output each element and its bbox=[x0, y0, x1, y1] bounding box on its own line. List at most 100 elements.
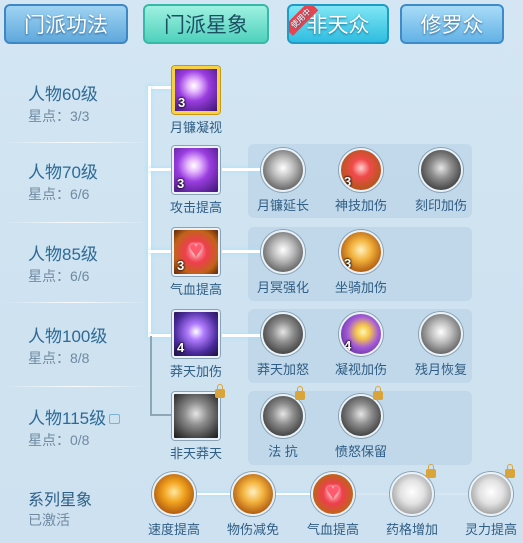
skill-level: 4 bbox=[344, 338, 352, 353]
skill-level: 3 bbox=[177, 258, 185, 273]
winged-deity-icon bbox=[172, 392, 220, 440]
skill-feitian-mangtian[interactable]: 非天莽天 bbox=[166, 384, 226, 462]
winged-deity-icon bbox=[339, 394, 383, 438]
tree-connector bbox=[150, 336, 152, 416]
silver-flask-icon bbox=[390, 472, 434, 516]
grey-ring-icon bbox=[419, 312, 463, 356]
flame-icon bbox=[152, 472, 196, 516]
skill-label: 愤怒保留 bbox=[334, 444, 387, 459]
padlock-icon bbox=[426, 464, 436, 478]
skill-label: 攻击提高 bbox=[169, 200, 222, 215]
skill-label: 凝视加伤 bbox=[334, 362, 387, 377]
skill-mangtian-damage[interactable]: 4 莽天加伤 bbox=[166, 310, 226, 380]
skill-label: 药格增加 bbox=[385, 522, 438, 537]
skill-rage-retain[interactable]: 愤怒保留 bbox=[331, 386, 391, 460]
series-skill-phys-reduce[interactable]: 物伤减免 bbox=[223, 472, 283, 538]
series-skill-spirit-up[interactable]: 灵力提高 bbox=[461, 464, 521, 538]
skill-attack-up[interactable]: 3 攻击提高 bbox=[166, 146, 226, 216]
skill-label: 物伤减免 bbox=[226, 522, 279, 537]
skill-magic-resist[interactable]: 法 抗 bbox=[253, 386, 313, 460]
skill-label: 莽天加伤 bbox=[169, 364, 222, 379]
skill-label: 气血提高 bbox=[169, 282, 222, 297]
divider bbox=[0, 302, 150, 303]
skill-gaze-damage[interactable]: 4 凝视加伤 bbox=[331, 312, 391, 378]
level-115-stars: 星点：0/8 bbox=[28, 432, 90, 448]
skill-label: 气血提高 bbox=[306, 522, 359, 537]
purple-claw-icon: 3 bbox=[172, 66, 220, 114]
grey-burst-icon bbox=[261, 312, 305, 356]
winged-deity-icon bbox=[261, 394, 305, 438]
grey-claw-icon bbox=[261, 148, 305, 192]
grey-orb-icon bbox=[261, 230, 305, 274]
divider bbox=[0, 386, 150, 387]
golden-figure-icon bbox=[231, 472, 275, 516]
purple-claw-icon: 3 bbox=[172, 146, 220, 194]
tab-sect-skills[interactable]: 门派功法 bbox=[4, 4, 128, 44]
heart-icon: ♥ bbox=[311, 472, 355, 516]
lock-icon bbox=[109, 413, 121, 424]
skill-level: 3 bbox=[344, 256, 352, 271]
tab-xiuluo[interactable]: 修罗众 bbox=[400, 4, 504, 44]
level-60-title: 人物60级 bbox=[28, 85, 98, 104]
violet-burst-icon: 4 bbox=[172, 310, 220, 358]
skill-label: 神技加伤 bbox=[334, 198, 387, 213]
red-demon-icon: 3 bbox=[339, 148, 383, 192]
skill-hp-up[interactable]: ♥ 3 气血提高 bbox=[166, 228, 226, 298]
heart-glyph: ♥ bbox=[188, 236, 204, 264]
skill-label: 月镰凝视 bbox=[169, 120, 222, 135]
skill-label: 法 抗 bbox=[268, 444, 298, 459]
series-skill-hp-up[interactable]: ♥ 气血提高 bbox=[303, 472, 363, 538]
series-title: 系列星象 bbox=[28, 492, 93, 509]
skill-level: 4 bbox=[177, 340, 185, 355]
heart-icon: ♥ 3 bbox=[172, 228, 220, 276]
skill-label: 坐骑加伤 bbox=[334, 280, 387, 295]
skill-level: 3 bbox=[177, 176, 185, 191]
skill-mark-damage[interactable]: 刻印加伤 bbox=[411, 148, 471, 214]
tree-connector bbox=[148, 86, 151, 336]
skill-label: 非天莽天 bbox=[169, 446, 222, 461]
tab-sect-constellation[interactable]: 门派星象 bbox=[143, 4, 269, 44]
skill-yuelian-ningshi[interactable]: 3 月镰凝视 bbox=[166, 66, 226, 136]
level-115-title: 人物115级 bbox=[28, 404, 121, 429]
tab-label: 修罗众 bbox=[420, 14, 484, 37]
skill-label: 速度提高 bbox=[147, 522, 200, 537]
divider bbox=[0, 222, 150, 223]
crescent-moon-icon: 4 bbox=[339, 312, 383, 356]
skill-level: 3 bbox=[344, 174, 352, 189]
padlock-icon bbox=[505, 464, 515, 478]
skill-divine-damage[interactable]: 3 神技加伤 bbox=[331, 148, 391, 214]
skill-label: 刻印加伤 bbox=[414, 198, 467, 213]
padlock-icon bbox=[373, 386, 383, 400]
level-85-stars: 星点：6/6 bbox=[28, 268, 90, 284]
series-status: 已激活 bbox=[28, 512, 70, 528]
level-70-title: 人物70级 bbox=[28, 163, 98, 182]
divider bbox=[0, 142, 150, 143]
skill-yueming-enhance[interactable]: 月冥强化 bbox=[253, 230, 313, 296]
skill-mangtian-rage[interactable]: 莽天加怒 bbox=[253, 312, 313, 378]
level-60-stars: 星点：3/3 bbox=[28, 108, 90, 124]
skill-label: 灵力提高 bbox=[464, 522, 517, 537]
level-100-stars: 星点：8/8 bbox=[28, 350, 90, 366]
tab-feitian[interactable]: 使用中 非天众 bbox=[287, 4, 389, 44]
level-115-title-text: 人物115级 bbox=[28, 409, 107, 428]
level-100-title: 人物100级 bbox=[28, 327, 108, 346]
series-skill-speed-up[interactable]: 速度提高 bbox=[144, 472, 204, 538]
series-skill-potion-slot[interactable]: 药格增加 bbox=[382, 464, 442, 538]
skill-level: 3 bbox=[178, 95, 186, 110]
skill-label: 莽天加怒 bbox=[256, 362, 309, 377]
silver-figure-icon bbox=[469, 472, 513, 516]
skill-waning-recover[interactable]: 残月恢复 bbox=[411, 312, 471, 378]
padlock-icon bbox=[295, 386, 305, 400]
level-70-stars: 星点：6/6 bbox=[28, 186, 90, 202]
level-85-title: 人物85级 bbox=[28, 245, 98, 264]
skill-label: 月冥强化 bbox=[256, 280, 309, 295]
grey-mark-icon bbox=[419, 148, 463, 192]
tab-label: 门派星象 bbox=[164, 14, 248, 37]
golden-beast-icon: 3 bbox=[339, 230, 383, 274]
padlock-icon bbox=[215, 384, 225, 398]
skill-mount-damage[interactable]: 3 坐骑加伤 bbox=[331, 230, 391, 296]
heart-glyph: ♥ bbox=[325, 478, 341, 506]
skill-label: 月镰延长 bbox=[256, 198, 309, 213]
tab-label: 门派功法 bbox=[24, 14, 108, 37]
skill-yuelian-extend[interactable]: 月镰延长 bbox=[253, 148, 313, 214]
